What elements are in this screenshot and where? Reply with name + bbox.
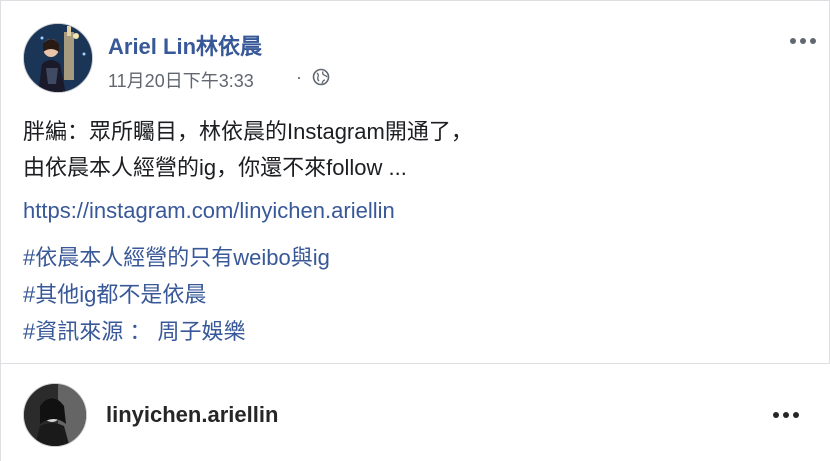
hashtag-link[interactable]: #其他ig都不是依晨: [23, 276, 330, 313]
post-timestamp[interactable]: 11月20日下午3:33: [108, 67, 254, 93]
dot: [800, 38, 806, 44]
post-text-line: 由依晨本人經營的ig，你還不來follow ...: [23, 155, 407, 180]
post-text: 胖編：眾所矚目，林依晨的Instagram開通了， 由依晨本人經營的ig，你還不…: [23, 114, 813, 186]
author-name-link[interactable]: Ariel Lin林依晨: [108, 29, 262, 61]
hashtag-list: #依晨本人經營的只有weibo與ig #其他ig都不是依晨 #資訊來源 ： 周子…: [23, 239, 330, 350]
post-text-line: 胖編：眾所矚目，林依晨的Instagram開通了，: [23, 119, 473, 144]
instagram-embed-header: linyichen.ariellin: [1, 364, 830, 461]
dot: [783, 412, 789, 418]
instagram-link[interactable]: https://instagram.com/linyichen.ariellin: [23, 193, 395, 229]
post-header: Ariel Lin林依晨 11月20日下午3:33 ·: [23, 23, 816, 93]
author-avatar-image: [24, 24, 92, 92]
timestamp-separator: ·: [296, 67, 302, 87]
dot: [790, 38, 796, 44]
facebook-post-card: Ariel Lin林依晨 11月20日下午3:33 · 胖編：眾所矚目，林依晨的…: [0, 0, 830, 461]
author-avatar[interactable]: [23, 23, 93, 93]
globe-icon[interactable]: [312, 68, 330, 86]
hashtag-link[interactable]: #依晨本人經營的只有weibo與ig: [23, 239, 330, 276]
post-more-options-icon[interactable]: [787, 31, 819, 51]
embed-avatar[interactable]: [23, 383, 87, 447]
embed-username-link[interactable]: linyichen.ariellin: [106, 402, 278, 428]
dot: [793, 412, 799, 418]
embed-avatar-image: [24, 384, 86, 446]
dot: [773, 412, 779, 418]
dot: [810, 38, 816, 44]
hashtag-link[interactable]: #資訊來源 ： 周子娛樂: [23, 313, 330, 350]
embed-more-options-icon[interactable]: [770, 405, 802, 425]
